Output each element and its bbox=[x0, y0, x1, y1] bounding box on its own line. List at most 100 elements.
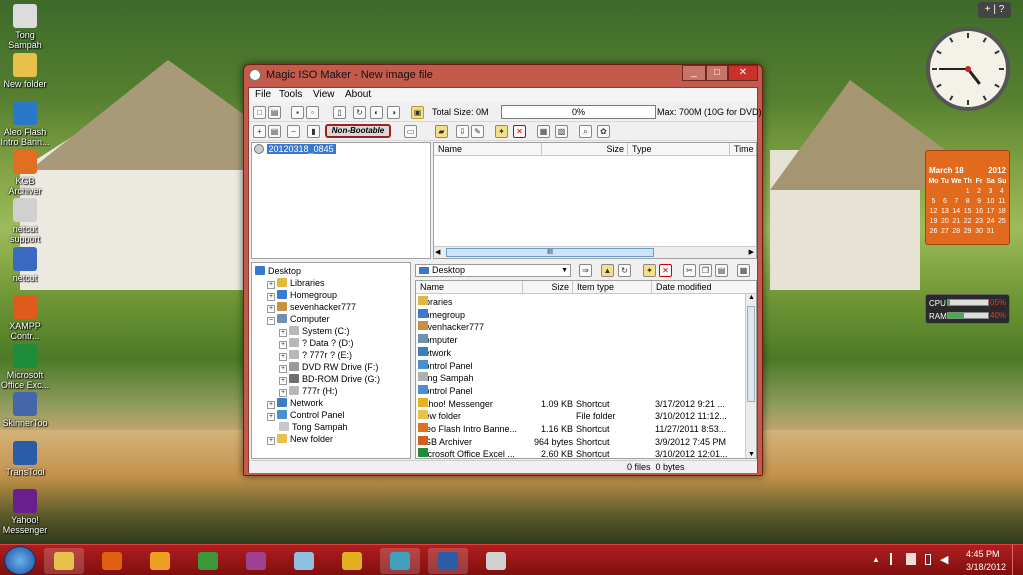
flag-icon[interactable] bbox=[890, 553, 898, 565]
image-props-icon[interactable]: ▭ bbox=[404, 125, 417, 138]
column-size[interactable]: Size bbox=[542, 143, 628, 156]
go-icon[interactable]: ⇒ bbox=[579, 264, 592, 277]
tree-item[interactable]: + DVD RW Drive (F:) bbox=[279, 361, 378, 373]
horizontal-scrollbar[interactable]: ◀ III ▶ bbox=[434, 246, 756, 258]
view-icon[interactable]: ▦ bbox=[737, 264, 750, 277]
calendar-cell[interactable]: 2 bbox=[974, 188, 985, 195]
expand-icon[interactable]: + bbox=[267, 437, 275, 445]
menu-tools[interactable]: Tools bbox=[279, 89, 302, 100]
file-row[interactable]: sevenhacker777 bbox=[416, 321, 746, 334]
virtual-drive-icon[interactable]: ▣ bbox=[411, 106, 424, 119]
tree-item[interactable]: + Libraries bbox=[267, 277, 325, 289]
file-row[interactable]: Control Panel bbox=[416, 359, 746, 373]
calendar-cell[interactable]: 7 bbox=[951, 198, 962, 205]
tree-item[interactable]: + Homegroup bbox=[267, 289, 337, 301]
battery-icon[interactable] bbox=[925, 554, 931, 565]
open-icon[interactable]: ▤ bbox=[268, 106, 281, 119]
file-row[interactable]: KGB Archiver 964 bytes Shortcut 3/9/2012 7:… bbox=[416, 435, 746, 449]
scroll-down-arrow[interactable]: ▼ bbox=[748, 451, 755, 458]
taskbar-word-button[interactable] bbox=[428, 548, 468, 574]
calendar-cell[interactable]: 15 bbox=[962, 208, 973, 215]
calendar-cell[interactable]: 1 bbox=[962, 188, 973, 195]
tree-item[interactable]: Tong Sampah bbox=[267, 421, 348, 433]
calendar-cell[interactable]: 16 bbox=[974, 208, 985, 215]
show-desktop-button[interactable] bbox=[1012, 545, 1023, 575]
tree-item[interactable]: +777r (H:) bbox=[279, 385, 338, 397]
file-column-size[interactable]: Size bbox=[523, 281, 573, 294]
mount-icon[interactable]: ◑ bbox=[387, 106, 400, 119]
taskbar-magiciso-button[interactable] bbox=[476, 548, 516, 574]
calendar-cell[interactable]: 17 bbox=[985, 208, 996, 215]
delete-file-icon[interactable]: ✕ bbox=[659, 264, 672, 277]
save-icon[interactable]: ▪ bbox=[291, 106, 304, 119]
calendar-cell[interactable]: 9 bbox=[974, 198, 985, 205]
desktop-icon[interactable]: Yahoo! Messenger bbox=[0, 489, 50, 535]
tree-item[interactable]: + Control Panel bbox=[267, 409, 345, 421]
calendar-cell[interactable]: Th bbox=[962, 178, 973, 185]
expand-icon[interactable]: + bbox=[267, 293, 275, 301]
desktop-icon[interactable]: Aleo Flash Intro Bann... bbox=[0, 101, 50, 147]
calendar-cell[interactable]: 12 bbox=[928, 208, 939, 215]
menu-about[interactable]: About bbox=[345, 89, 371, 100]
expand-icon[interactable]: + bbox=[279, 377, 287, 385]
column-type[interactable]: Type bbox=[628, 143, 730, 156]
calendar-cell[interactable]: 13 bbox=[939, 208, 950, 215]
expand-icon[interactable]: + bbox=[267, 305, 275, 313]
taskbar-firefox-button[interactable] bbox=[92, 548, 132, 574]
tree-item[interactable]: + System (C:) bbox=[279, 325, 350, 337]
expand-icon[interactable]: + bbox=[267, 401, 275, 409]
expand-icon[interactable]: + bbox=[267, 281, 275, 289]
calendar-cell[interactable]: 10 bbox=[985, 198, 996, 205]
calendar-cell[interactable]: 29 bbox=[962, 228, 973, 235]
tree-item[interactable]: + Network bbox=[267, 397, 323, 409]
calendar-cell[interactable]: 30 bbox=[974, 228, 985, 235]
menu-view[interactable]: View bbox=[313, 89, 335, 100]
close-button[interactable]: ✕ bbox=[728, 65, 758, 81]
calendar-cell[interactable]: 8 bbox=[962, 198, 973, 205]
scroll-left-arrow[interactable]: ◀ bbox=[435, 248, 440, 256]
desktop-icon[interactable]: SkinnerToo bbox=[0, 392, 50, 438]
vertical-scrollbar[interactable]: ▲ ▼ bbox=[745, 294, 756, 458]
tree-item[interactable]: + BD-ROM Drive (G:) bbox=[279, 373, 380, 385]
invert-icon[interactable]: ▧ bbox=[555, 125, 568, 138]
desktop-icon[interactable]: TransTool bbox=[0, 440, 50, 487]
tree-item[interactable]: + ? 777r ? (E:) bbox=[279, 349, 352, 361]
file-row[interactable]: Microsoft Office Excel ... 2.60 KB Shortcu… bbox=[416, 448, 746, 458]
chevron-down-icon[interactable]: ▼ bbox=[561, 265, 568, 276]
cut-icon[interactable]: ✂ bbox=[683, 264, 696, 277]
properties-icon[interactable]: ▯ bbox=[333, 106, 346, 119]
non-bootable-button[interactable]: Non-Bootable bbox=[325, 124, 391, 138]
up-folder-icon[interactable]: ▲ bbox=[601, 264, 614, 277]
taskbar-winrar-button[interactable] bbox=[236, 548, 276, 574]
file-row[interactable]: Tong Sampah bbox=[416, 372, 746, 385]
volume-icon[interactable]: ◀ bbox=[940, 553, 948, 566]
calendar-cell[interactable]: 22 bbox=[962, 218, 973, 225]
calendar-cell[interactable]: We bbox=[951, 178, 962, 185]
calendar-cell[interactable]: 25 bbox=[996, 218, 1007, 225]
menu-file[interactable]: File bbox=[255, 89, 271, 100]
desktop-icon[interactable]: netcut support bbox=[0, 198, 50, 244]
calendar-cell[interactable]: 27 bbox=[939, 228, 950, 235]
new-dir-icon[interactable]: ✦ bbox=[495, 125, 508, 138]
expand-icon[interactable]: + bbox=[279, 353, 287, 361]
taskbar-app3-button[interactable] bbox=[140, 548, 180, 574]
file-column-item-type[interactable]: Item type bbox=[573, 281, 652, 294]
expand-icon[interactable]: + bbox=[279, 365, 287, 373]
show-hidden-icons-button[interactable]: ▲ bbox=[872, 555, 880, 564]
copy-icon[interactable]: ❐ bbox=[699, 264, 712, 277]
calendar-cell[interactable]: 26 bbox=[928, 228, 939, 235]
collapse-icon[interactable]: − bbox=[267, 317, 275, 325]
file-column-date-modified[interactable]: Date modified bbox=[652, 281, 756, 294]
paste-icon[interactable]: ▤ bbox=[715, 264, 728, 277]
remove-icon[interactable]: − bbox=[287, 125, 300, 138]
save-as-icon[interactable]: ▫ bbox=[306, 106, 319, 119]
calendar-cell[interactable]: 5 bbox=[928, 198, 939, 205]
calendar-cell[interactable]: 3 bbox=[985, 188, 996, 195]
start-button[interactable] bbox=[4, 546, 36, 575]
tree-item[interactable]: Desktop bbox=[255, 265, 301, 277]
tree-item[interactable]: + ? Data ? (D:) bbox=[279, 337, 354, 349]
maximize-button[interactable]: □ bbox=[706, 65, 728, 81]
tree-item[interactable]: − Computer bbox=[267, 313, 330, 325]
minimize-button[interactable]: _ bbox=[682, 65, 706, 81]
title-bar[interactable]: Magic ISO Maker - New image file _ □ ✕ bbox=[244, 65, 762, 85]
